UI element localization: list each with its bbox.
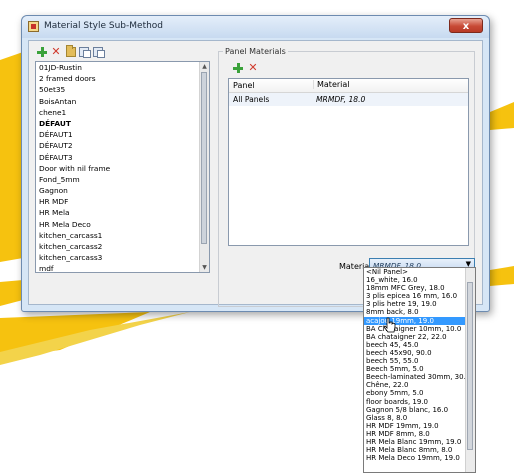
panel-materials-table[interactable]: Panel Material All Panels MRMDF, 18.0 xyxy=(228,78,469,246)
dropdown-option[interactable]: 16_white, 16.0 xyxy=(364,276,475,284)
dropdown-option[interactable]: beech 45x90, 90.0 xyxy=(364,349,475,357)
dropdown-option[interactable]: Beech 5mm, 5.0 xyxy=(364,365,475,373)
window-title: Material Style Sub-Method xyxy=(44,21,164,31)
table-row[interactable]: All Panels MRMDF, 18.0 xyxy=(229,93,468,106)
dialog-client-area: ✕ 01JD-Rustin 2 framed doors 50et35 BoisAnt… xyxy=(28,40,483,307)
list-item[interactable]: Door with nil frame xyxy=(36,163,209,174)
mouse-cursor-icon xyxy=(383,317,396,333)
dropdown-option[interactable]: <Nil Panel> xyxy=(364,268,475,276)
cell-material: MRMDF, 18.0 xyxy=(316,95,366,104)
delete-icon[interactable]: ✕ xyxy=(51,46,61,57)
dropdown-scroll-thumb[interactable] xyxy=(467,282,473,450)
list-item[interactable]: HR MDF xyxy=(36,196,209,207)
dropdown-option[interactable]: HR Mela Deco 19mm, 19.0 xyxy=(364,454,475,462)
list-item[interactable]: DÉFAUT3 xyxy=(36,152,209,163)
dropdown-scrollbar[interactable] xyxy=(465,268,475,472)
list-item[interactable]: BoisAntan xyxy=(36,96,209,107)
dropdown-option[interactable]: HR Mela Blanc 19mm, 19.0 xyxy=(364,438,475,446)
material-dropdown-list[interactable]: <Nil Panel> 16_white, 16.0 18mm MFC Grey, … xyxy=(363,267,476,473)
delete-panel-material-icon[interactable]: ✕ xyxy=(248,62,258,73)
dropdown-option[interactable]: 3 plis hetre 19, 19.0 xyxy=(364,300,475,308)
style-list-scrollbar[interactable]: ▲ ▼ xyxy=(199,62,209,272)
dropdown-option[interactable]: HR MDF 8mm, 8.0 xyxy=(364,430,475,438)
scroll-thumb[interactable] xyxy=(201,72,207,244)
dropdown-option[interactable]: Beech-laminated 30mm, 30.0 xyxy=(364,373,475,381)
list-item[interactable]: HR Mela Deco xyxy=(36,219,209,230)
dropdown-option[interactable]: acajou 19mm, 19.0 xyxy=(364,316,475,325)
column-header-panel[interactable]: Panel xyxy=(233,81,255,90)
scroll-down-icon[interactable]: ▼ xyxy=(200,263,209,272)
dropdown-option[interactable]: HR MDF 19mm, 19.0 xyxy=(364,422,475,430)
folder-icon[interactable] xyxy=(66,45,76,57)
list-item[interactable]: kitchen_carcass1 xyxy=(36,230,209,241)
dropdown-option[interactable]: 3 plis epicea 16 mm, 16.0 xyxy=(364,292,475,300)
dropdown-option[interactable]: beech 55, 55.0 xyxy=(364,357,475,365)
list-item[interactable]: DÉFAUT1 xyxy=(36,129,209,140)
close-button[interactable]: x xyxy=(449,18,483,33)
dropdown-option[interactable]: beech 45, 45.0 xyxy=(364,341,475,349)
dropdown-option[interactable]: Glass 8, 8.0 xyxy=(364,414,475,422)
app-icon xyxy=(28,21,39,32)
dropdown-option[interactable]: ebony 5mm, 5.0 xyxy=(364,389,475,397)
dropdown-option[interactable]: 18mm MFC Grey, 18.0 xyxy=(364,284,475,292)
add-panel-material-icon[interactable] xyxy=(233,63,243,73)
list-item[interactable]: chene1 xyxy=(36,107,209,118)
dropdown-option[interactable]: Gagnon 5/8 blanc, 16.0 xyxy=(364,406,475,414)
list-item[interactable]: DÉFAUT xyxy=(36,118,209,129)
copy-icon[interactable] xyxy=(79,47,91,58)
add-icon[interactable] xyxy=(37,47,47,57)
dropdown-option[interactable]: BA Chataigner 10mm, 10.0 xyxy=(364,325,475,333)
list-item[interactable]: kitchen_carcass3 xyxy=(36,252,209,263)
list-item[interactable]: 01JD-Rustin xyxy=(36,62,209,73)
panel-materials-title: Panel Materials xyxy=(223,47,288,56)
title-bar: Material Style Sub-Method x xyxy=(22,16,489,38)
dropdown-option[interactable]: HR Mela Blanc 8mm, 8.0 xyxy=(364,446,475,454)
cell-panel: All Panels xyxy=(233,95,270,104)
dropdown-option[interactable]: floor boards, 19.0 xyxy=(364,398,475,406)
table-header: Panel Material xyxy=(229,79,468,93)
dropdown-option[interactable]: BA chataigner 22, 22.0 xyxy=(364,333,475,341)
duplicate-icon[interactable] xyxy=(93,47,105,58)
list-item[interactable]: mdf xyxy=(36,263,209,272)
dropdown-option[interactable]: Chêne, 22.0 xyxy=(364,381,475,389)
list-item[interactable]: kitchen_carcass2 xyxy=(36,241,209,252)
style-list[interactable]: 01JD-Rustin 2 framed doors 50et35 BoisAntan… xyxy=(35,61,210,273)
list-item[interactable]: 2 framed doors xyxy=(36,73,209,84)
scroll-up-icon[interactable]: ▲ xyxy=(200,62,209,71)
dropdown-option[interactable]: 8mm back, 8.0 xyxy=(364,308,475,316)
list-item[interactable]: Fond_5mm xyxy=(36,174,209,185)
list-item[interactable]: DÉFAUT2 xyxy=(36,140,209,151)
list-item[interactable]: Gagnon xyxy=(36,185,209,196)
list-item[interactable]: 50et35 xyxy=(36,84,209,95)
list-item[interactable]: HR Mela xyxy=(36,207,209,218)
column-header-material[interactable]: Material xyxy=(313,80,350,89)
